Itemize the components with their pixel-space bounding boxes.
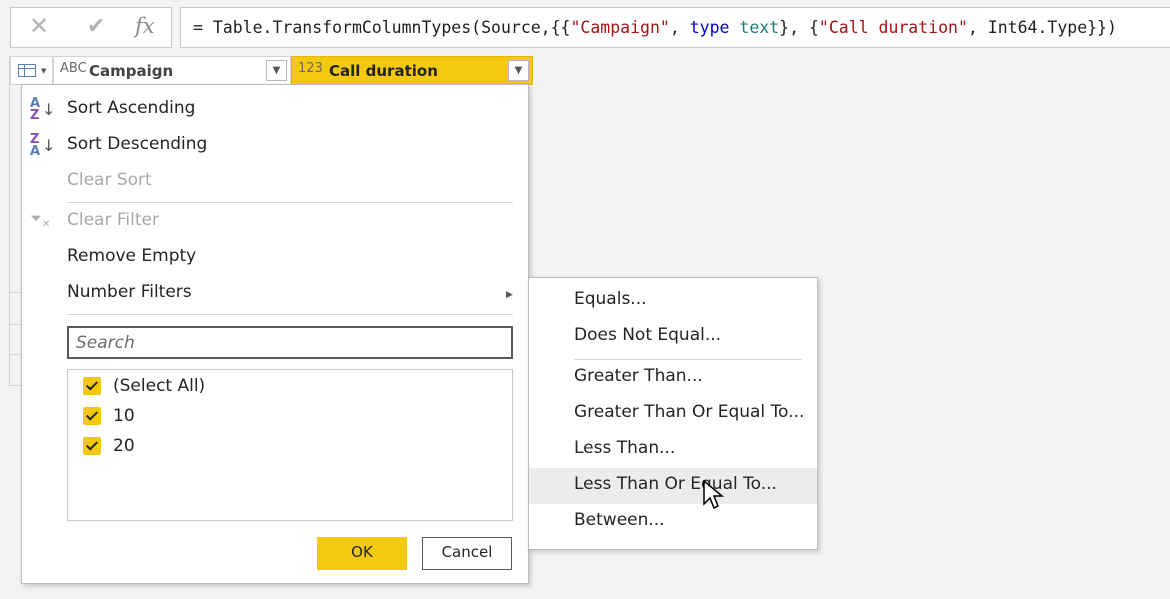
clear-sort-item[interactable]: Clear Sort <box>67 170 152 190</box>
submenu-item[interactable]: Between... <box>529 504 817 540</box>
submenu-item-label: Between... <box>574 510 665 530</box>
formula-text: , <box>669 18 690 37</box>
filter-dropdown-button[interactable]: ▼ <box>266 60 287 81</box>
menu-separator <box>67 202 513 203</box>
formula-input[interactable]: = Table.TransformColumnTypes(Source,{{"C… <box>180 7 1170 48</box>
number-filters-submenu: Equals... Does Not Equal... Greater Than… <box>528 277 818 550</box>
column-header-campaign[interactable]: ABC Campaign ▼ <box>53 56 291 85</box>
chevron-down-icon: ▼ <box>41 67 47 75</box>
submenu-item-label: Equals... <box>574 289 647 309</box>
submenu-item-hovered[interactable]: Less Than Or Equal To... <box>529 468 817 504</box>
sort-ascending-icon: AZ <box>30 96 41 123</box>
formula-bar-buttons: ✕ ✔ fx <box>10 7 172 48</box>
list-item-label: 20 <box>113 436 135 456</box>
check-icon[interactable]: ✔ <box>87 14 105 39</box>
submenu-item-label: Greater Than Or Equal To... <box>574 402 805 422</box>
checkbox-checked[interactable] <box>83 407 101 425</box>
search-input[interactable]: Search <box>67 326 513 359</box>
submenu-item-label: Does Not Equal... <box>574 325 722 345</box>
submenu-item[interactable]: Equals... <box>529 283 817 319</box>
submenu-item[interactable]: Does Not Equal... <box>529 319 817 355</box>
formula-text: = Table.TransformColumnTypes(Source,{{ <box>193 18 571 37</box>
cancel-button[interactable]: Cancel <box>422 537 512 570</box>
table-menu-button[interactable]: ▼ <box>10 56 53 85</box>
list-item-label: 10 <box>113 406 135 426</box>
list-item-label: (Select All) <box>113 376 206 396</box>
search-placeholder: Search <box>76 333 135 353</box>
clear-filter-icon: ⏷✕ <box>30 209 51 230</box>
formula-string: "Call duration" <box>818 18 968 37</box>
checkbox-checked[interactable] <box>83 437 101 455</box>
values-list: (Select All) 10 20 <box>67 369 513 521</box>
submenu-item-label: Less Than Or Equal To... <box>574 474 777 494</box>
number-filters-item[interactable]: Number Filters <box>67 282 192 302</box>
submenu-item[interactable]: Greater Than Or Equal To... <box>529 396 817 432</box>
table-icon <box>18 64 36 77</box>
column-name: Call duration <box>329 62 438 80</box>
submenu-item[interactable]: Greater Than... <box>529 360 817 396</box>
formula-type: text <box>739 18 780 37</box>
formula-string: "Campaign" <box>570 18 670 37</box>
sort-descending-icon: ZA <box>30 132 41 159</box>
submenu-item-label: Less Than... <box>574 438 676 458</box>
mouse-cursor-icon <box>703 480 725 510</box>
formula-text <box>729 18 739 37</box>
submenu-item-label: Greater Than... <box>574 366 703 386</box>
sort-descending-item[interactable]: Sort Descending <box>67 134 207 154</box>
filter-dropdown-button[interactable]: ▼ <box>508 60 529 81</box>
sort-ascending-item[interactable]: Sort Ascending <box>67 98 195 118</box>
ok-button[interactable]: OK <box>317 537 407 570</box>
submenu-arrow-icon: ▶ <box>506 290 513 300</box>
clear-filter-item[interactable]: Clear Filter <box>67 210 159 230</box>
fx-icon[interactable]: fx <box>135 14 155 38</box>
column-header-call-duration[interactable]: 123 Call duration ▼ <box>291 56 533 85</box>
submenu-item[interactable]: Less Than... <box>529 432 817 468</box>
menu-separator <box>67 314 513 315</box>
number-type-icon[interactable]: 123 <box>298 61 323 76</box>
down-arrow-icon: ↓ <box>42 136 56 155</box>
formula-text: , Int64.Type}}) <box>967 18 1117 37</box>
checkbox-checked[interactable] <box>83 377 101 395</box>
cancel-icon[interactable]: ✕ <box>29 12 49 40</box>
filter-popup: AZ ↓ Sort Ascending ZA ↓ Sort Descending… <box>21 84 529 584</box>
text-type-icon[interactable]: ABC <box>60 61 87 76</box>
down-arrow-icon: ↓ <box>42 100 56 119</box>
formula-text: }, { <box>779 18 819 37</box>
formula-keyword: type <box>689 18 730 37</box>
column-name: Campaign <box>89 62 174 80</box>
remove-empty-item[interactable]: Remove Empty <box>67 246 196 266</box>
